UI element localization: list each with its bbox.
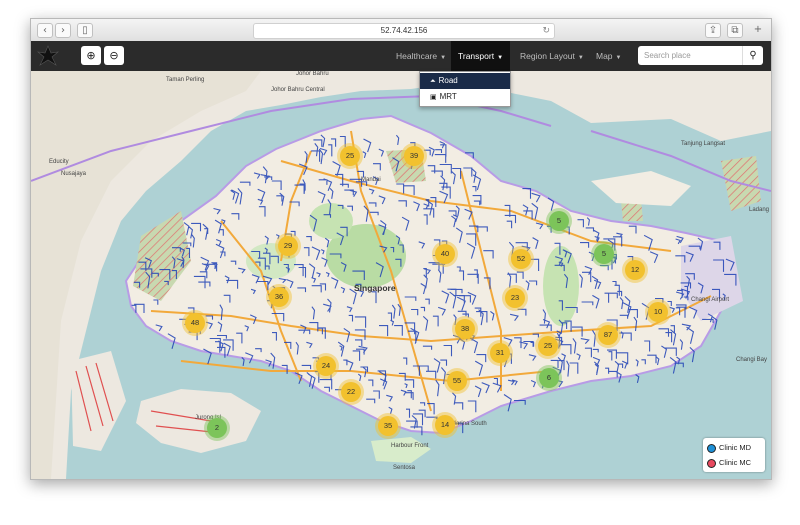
search-input[interactable] bbox=[638, 46, 742, 65]
legend-item-clinic-mc: Clinic MC bbox=[707, 456, 751, 470]
legend-dot bbox=[707, 443, 716, 453]
place-label: Changi Airport bbox=[691, 297, 730, 303]
browser-toolbar: ‹ › ▯ 52.74.42.156 ↻ ⇪ ⧉ + bbox=[31, 19, 771, 42]
place-label: Mandai bbox=[361, 177, 381, 183]
legend-dot bbox=[707, 458, 716, 468]
cluster-marker[interactable]: 10 bbox=[648, 302, 668, 322]
cluster-marker[interactable]: 39 bbox=[404, 146, 424, 166]
map-legend: Clinic MD Clinic MC bbox=[703, 438, 765, 472]
sidebar-icon[interactable]: ▯ bbox=[77, 23, 93, 38]
dropdown-item-label: MRT bbox=[439, 92, 457, 101]
cluster-marker[interactable]: 25 bbox=[340, 146, 360, 166]
cluster-marker[interactable]: 5 bbox=[594, 244, 614, 264]
cluster-marker[interactable]: 52 bbox=[511, 249, 531, 269]
place-label: Educity bbox=[49, 159, 69, 165]
nav-region-layout-label: Region Layout bbox=[520, 51, 575, 61]
chevron-left-icon[interactable]: ‹ bbox=[37, 23, 53, 38]
train-icon: ▣ bbox=[430, 93, 437, 101]
tabs-icon[interactable]: ⧉ bbox=[727, 23, 743, 38]
caret-down-icon: ▼ bbox=[497, 55, 504, 61]
legend-label: Clinic MC bbox=[719, 458, 752, 467]
legend-label: Clinic MD bbox=[719, 443, 752, 452]
nav-healthcare[interactable]: Healthcare ▼ bbox=[389, 41, 453, 71]
place-label: Nusajaya bbox=[61, 171, 87, 177]
place-label: Ladang bbox=[749, 207, 770, 213]
share-icon[interactable]: ⇪ bbox=[705, 23, 721, 38]
cluster-marker[interactable]: 31 bbox=[490, 343, 510, 363]
zoom-out-icon: ⊖ bbox=[109, 49, 119, 62]
legend-item-clinic-md: Clinic MD bbox=[707, 441, 751, 455]
nav-transport-label: Transport bbox=[458, 51, 495, 61]
city-label: Singapore bbox=[354, 283, 396, 293]
browser-window: ‹ › ▯ 52.74.42.156 ↻ ⇪ ⧉ + ⊕ ⊖ Healthcar… bbox=[30, 18, 772, 480]
zoom-in-icon: ⊕ bbox=[86, 49, 96, 62]
cluster-marker[interactable]: 29 bbox=[278, 236, 298, 256]
cluster-marker[interactable]: 38 bbox=[455, 319, 475, 339]
cluster-marker[interactable]: 35 bbox=[378, 416, 398, 436]
place-label: Marina South bbox=[451, 421, 487, 427]
caret-down-icon: ▼ bbox=[615, 55, 622, 61]
search-button[interactable]: ⚲ bbox=[742, 46, 763, 65]
map-view[interactable]: Singapore Taman Perling Johor Bahru Joho… bbox=[31, 71, 771, 479]
cluster-marker[interactable]: 23 bbox=[505, 288, 525, 308]
caret-down-icon: ▼ bbox=[577, 55, 584, 61]
place-label: Johor Bahru bbox=[296, 71, 329, 77]
place-label: Taman Perling bbox=[166, 77, 205, 83]
dropdown-item-label: Road bbox=[438, 76, 458, 85]
caret-down-icon: ▼ bbox=[440, 55, 447, 61]
dropdown-item-road[interactable]: ⏶ Road bbox=[420, 73, 510, 89]
zoom-in-button[interactable]: ⊕ bbox=[81, 46, 101, 65]
search-icon: ⚲ bbox=[749, 50, 757, 61]
place-label: Tanjung Langsat bbox=[681, 141, 726, 147]
app-navbar: ⊕ ⊖ Healthcare ▼ Transport ▼ Region Layout… bbox=[31, 41, 771, 71]
nav-transport[interactable]: Transport ▼ bbox=[451, 41, 511, 71]
cluster-marker[interactable]: 36 bbox=[269, 287, 289, 307]
cluster-marker[interactable]: 25 bbox=[538, 336, 558, 356]
cluster-marker[interactable]: 24 bbox=[316, 356, 336, 376]
road-icon: ⏶ bbox=[430, 77, 436, 85]
cluster-marker[interactable]: 40 bbox=[435, 244, 455, 264]
place-label: Sentosa bbox=[393, 465, 416, 471]
nav-map-label: Map bbox=[596, 51, 613, 61]
chevron-right-icon[interactable]: › bbox=[55, 23, 71, 38]
nav-map[interactable]: Map ▼ bbox=[589, 41, 629, 71]
transport-dropdown: ⏶ Road ▣ MRT bbox=[419, 71, 511, 107]
place-label: Harbour Front bbox=[391, 443, 429, 449]
place-label: Johor Bahru Central bbox=[271, 87, 325, 93]
zoom-out-button[interactable]: ⊖ bbox=[104, 46, 124, 65]
cluster-marker[interactable]: 2 bbox=[207, 418, 227, 438]
cluster-marker[interactable]: 48 bbox=[185, 313, 205, 333]
address-text: 52.74.42.156 bbox=[380, 26, 428, 35]
reload-icon[interactable]: ↻ bbox=[542, 24, 550, 38]
cluster-marker[interactable]: 5 bbox=[549, 211, 569, 231]
plus-icon[interactable]: + bbox=[751, 23, 765, 36]
cluster-marker[interactable]: 55 bbox=[447, 371, 467, 391]
logo-icon[interactable] bbox=[35, 43, 61, 69]
cluster-marker[interactable]: 87 bbox=[598, 325, 618, 345]
nav-region-layout[interactable]: Region Layout ▼ bbox=[513, 41, 591, 71]
cluster-marker[interactable]: 14 bbox=[435, 415, 455, 435]
dropdown-item-mrt[interactable]: ▣ MRT bbox=[420, 89, 510, 105]
nav-healthcare-label: Healthcare bbox=[396, 51, 438, 61]
place-label: Changi Bay bbox=[736, 357, 768, 363]
cluster-marker[interactable]: 6 bbox=[539, 368, 559, 388]
address-bar[interactable]: 52.74.42.156 ↻ bbox=[253, 23, 555, 39]
cluster-marker[interactable]: 12 bbox=[625, 260, 645, 280]
map-canvas bbox=[31, 71, 771, 479]
cluster-marker[interactable]: 22 bbox=[341, 382, 361, 402]
